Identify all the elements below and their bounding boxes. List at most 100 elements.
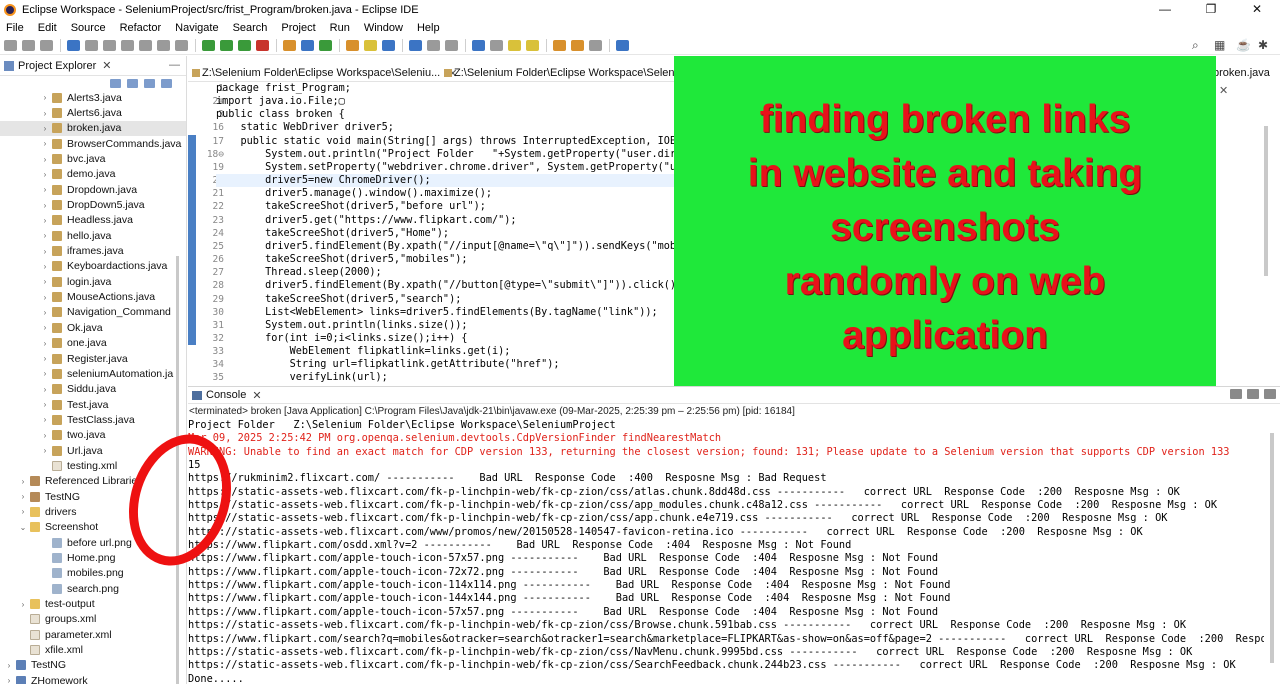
tree-item[interactable]: › TestClass.java bbox=[0, 412, 186, 427]
tree-item[interactable]: › one.java bbox=[0, 336, 186, 351]
chevron-right-icon[interactable]: › bbox=[40, 339, 50, 348]
menu-project[interactable]: Project bbox=[281, 22, 315, 34]
chevron-right-icon[interactable]: › bbox=[40, 354, 50, 363]
terminate-icon[interactable] bbox=[139, 39, 152, 51]
tree-item[interactable]: › test-output bbox=[0, 596, 186, 611]
chevron-right-icon[interactable]: › bbox=[40, 446, 50, 455]
chevron-right-icon[interactable]: › bbox=[40, 139, 50, 148]
project-explorer-tab[interactable]: Project Explorer ✕ — bbox=[0, 56, 186, 76]
chevron-right-icon[interactable]: › bbox=[18, 477, 28, 486]
chevron-right-icon[interactable]: › bbox=[40, 369, 50, 378]
menu-edit[interactable]: Edit bbox=[38, 22, 57, 34]
close-icon[interactable]: ✕ bbox=[102, 59, 111, 72]
chevron-right-icon[interactable]: › bbox=[40, 277, 50, 286]
suspend-icon[interactable] bbox=[121, 39, 134, 51]
terminal-icon[interactable] bbox=[67, 39, 80, 51]
maximize-button[interactable]: ❐ bbox=[1188, 0, 1234, 19]
clear-console-icon[interactable] bbox=[1230, 389, 1242, 399]
minimize-button[interactable]: — bbox=[1142, 0, 1188, 19]
next-annotation-icon[interactable] bbox=[508, 39, 521, 51]
coverage-icon[interactable] bbox=[238, 39, 251, 51]
chevron-right-icon[interactable]: › bbox=[40, 262, 50, 271]
toggle-block-selection-icon[interactable] bbox=[427, 39, 440, 51]
console-output[interactable]: Project Folder Z:\Selenium Folder\Eclips… bbox=[188, 419, 1264, 684]
menu-source[interactable]: Source bbox=[71, 22, 106, 34]
tree-item[interactable]: › Register.java bbox=[0, 351, 186, 366]
tree-item[interactable]: › ZHomework bbox=[0, 673, 186, 684]
editor-scrollbar[interactable] bbox=[1264, 126, 1268, 276]
tree-item[interactable]: › Siddu.java bbox=[0, 382, 186, 397]
chevron-right-icon[interactable]: › bbox=[40, 385, 50, 394]
back-icon[interactable] bbox=[571, 39, 584, 51]
chevron-right-icon[interactable]: › bbox=[40, 431, 50, 440]
search-toolbar-icon[interactable] bbox=[382, 39, 395, 51]
minimize-view-icon[interactable]: — bbox=[169, 59, 180, 71]
close-icon[interactable]: ✕ bbox=[1219, 85, 1228, 97]
chevron-right-icon[interactable]: › bbox=[18, 492, 28, 501]
open-task-icon[interactable] bbox=[364, 39, 377, 51]
chevron-right-icon[interactable]: › bbox=[18, 507, 28, 516]
chevron-right-icon[interactable]: › bbox=[4, 676, 14, 684]
tree-item[interactable]: › two.java bbox=[0, 428, 186, 443]
console-tab[interactable]: Console bbox=[206, 389, 246, 401]
tree-item[interactable]: › Keyboardactions.java bbox=[0, 259, 186, 274]
run-icon[interactable] bbox=[220, 39, 233, 51]
chevron-right-icon[interactable]: › bbox=[40, 216, 50, 225]
menu-run[interactable]: Run bbox=[330, 22, 350, 34]
editor-tab[interactable]: Z:\Selenium Folder\Eclipse Workspace\Sel… bbox=[188, 64, 457, 82]
chevron-right-icon[interactable]: › bbox=[40, 155, 50, 164]
tree-item[interactable]: xfile.xml bbox=[0, 642, 186, 657]
tree-item[interactable]: › DropDown5.java bbox=[0, 197, 186, 212]
editor-tab[interactable]: Z:\Selenium Folder\Eclipse Workspace\Sel… bbox=[440, 64, 709, 82]
java-perspective-icon[interactable]: ☕ bbox=[1236, 39, 1251, 51]
tree-item[interactable]: › Test.java bbox=[0, 397, 186, 412]
open-console-icon[interactable] bbox=[1264, 389, 1276, 399]
last-edit-location-icon[interactable] bbox=[553, 39, 566, 51]
web-browser-icon[interactable] bbox=[472, 39, 485, 51]
tree-item[interactable]: › seleniumAutomation.ja bbox=[0, 366, 186, 381]
tree-item[interactable]: › BrowserCommands.java bbox=[0, 136, 186, 151]
tree-item[interactable]: › Navigation_Command bbox=[0, 305, 186, 320]
tree-item[interactable]: › Alerts3.java bbox=[0, 90, 186, 105]
skip-breakpoints-icon[interactable] bbox=[85, 39, 98, 51]
menu-refactor[interactable]: Refactor bbox=[120, 22, 162, 34]
tree-item[interactable]: › login.java bbox=[0, 274, 186, 289]
toggle-mark-occurrences-icon[interactable] bbox=[409, 39, 422, 51]
step-into-icon[interactable] bbox=[157, 39, 170, 51]
menu-window[interactable]: Window bbox=[364, 22, 403, 34]
chevron-down-icon[interactable]: ⌄ bbox=[18, 523, 28, 532]
tree-item[interactable]: › bvc.java bbox=[0, 151, 186, 166]
previous-annotation-icon[interactable] bbox=[526, 39, 539, 51]
tree-item[interactable]: parameter.xml bbox=[0, 627, 186, 642]
pin-editor-icon[interactable] bbox=[490, 39, 503, 51]
new-java-project-icon[interactable] bbox=[283, 39, 296, 51]
debug-icon[interactable] bbox=[202, 39, 215, 51]
chevron-right-icon[interactable]: › bbox=[40, 247, 50, 256]
chevron-right-icon[interactable]: › bbox=[40, 93, 50, 102]
close-button[interactable]: ✕ bbox=[1234, 0, 1280, 19]
tree-item[interactable]: › hello.java bbox=[0, 228, 186, 243]
save-icon[interactable] bbox=[22, 39, 35, 51]
tree-item[interactable]: › MouseActions.java bbox=[0, 289, 186, 304]
menu-file[interactable]: File bbox=[6, 22, 24, 34]
step-over-icon[interactable] bbox=[175, 39, 188, 51]
resume-icon[interactable] bbox=[103, 39, 116, 51]
tree-item[interactable]: › iframes.java bbox=[0, 243, 186, 258]
chevron-right-icon[interactable]: › bbox=[40, 185, 50, 194]
code-area[interactable]: package frist_Program; import java.io.Fil… bbox=[216, 82, 686, 385]
menu-search[interactable]: Search bbox=[233, 22, 268, 34]
tree-item[interactable]: groups.xml bbox=[0, 612, 186, 627]
save-all-icon[interactable] bbox=[40, 39, 53, 51]
open-type-icon[interactable] bbox=[346, 39, 359, 51]
open-perspective-icon[interactable] bbox=[616, 39, 629, 51]
display-selected-console-icon[interactable] bbox=[1247, 389, 1259, 399]
collapse-all-icon[interactable] bbox=[110, 78, 121, 88]
search-icon[interactable]: ⌕ bbox=[1192, 39, 1206, 51]
tree-item[interactable]: › demo.java bbox=[0, 167, 186, 182]
chevron-right-icon[interactable]: › bbox=[40, 323, 50, 332]
link-with-editor-icon[interactable] bbox=[127, 78, 138, 88]
tree-item[interactable]: › broken.java bbox=[0, 120, 186, 137]
tree-item[interactable]: › Dropdown.java bbox=[0, 182, 186, 197]
chevron-right-icon[interactable]: › bbox=[40, 231, 50, 240]
new-class-icon[interactable] bbox=[319, 39, 332, 51]
